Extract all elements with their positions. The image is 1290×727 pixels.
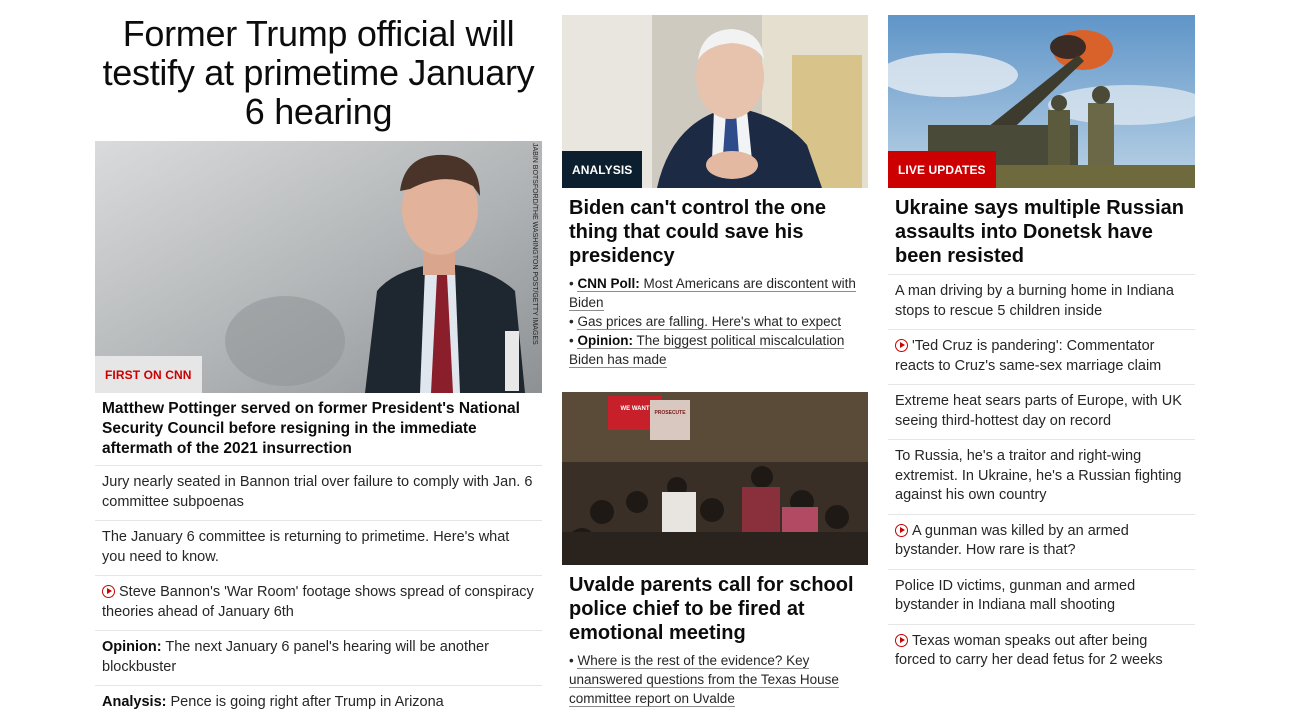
uvalde-story-title[interactable]: Uvalde parents call for school police ch… [562, 565, 868, 651]
list-item[interactable]: Police ID victims, gunman and armed byst… [888, 568, 1195, 624]
photo-credit: JABIN BOTSFORD/THE WASHINGTON POST/GETTY… [531, 143, 538, 345]
list-item[interactable]: • Gas prices are falling. Here's what to… [562, 312, 868, 331]
list-item[interactable]: Analysis: Pence is going right after Tru… [95, 685, 542, 721]
list-item[interactable]: 'Ted Cruz is pandering': Commentator rea… [888, 329, 1195, 384]
uvalde-photo[interactable]: WE WANT PROSECUTE [562, 392, 868, 565]
list-item[interactable]: Texas woman speaks out after being force… [888, 623, 1195, 679]
play-video-icon [102, 585, 115, 598]
ukraine-photo[interactable]: LIVE UPDATES [888, 15, 1195, 188]
lead-photo[interactable]: JABIN BOTSFORD/THE WASHINGTON POST/GETTY… [95, 141, 542, 393]
first-on-cnn-badge: FIRST ON CNN [95, 356, 202, 393]
list-item[interactable]: • Where is the rest of the evidence? Key… [562, 651, 868, 708]
middle-column: ANALYSIS Biden can't control the one thi… [562, 0, 868, 708]
right-related-list: A man driving by a burning home in India… [888, 274, 1195, 679]
list-item[interactable]: Opinion: The next January 6 panel's hear… [95, 630, 542, 685]
list-item[interactable]: To Russia, he's a traitor and right-wing… [888, 439, 1195, 514]
lead-column: Former Trump official will testify at pr… [95, 0, 542, 721]
list-item[interactable]: A man driving by a burning home in India… [888, 274, 1195, 329]
list-item[interactable]: Steve Bannon's 'War Room' footage shows … [95, 575, 542, 630]
sign-prosecute: PROSECUTE [654, 410, 686, 416]
sign-we-want: WE WANT [621, 406, 650, 412]
play-video-icon [895, 523, 908, 537]
list-item[interactable]: • CNN Poll: Most Americans are disconten… [562, 274, 868, 312]
biden-bullets: • CNN Poll: Most Americans are disconten… [562, 274, 868, 369]
list-item[interactable]: The January 6 committee is returning to … [95, 520, 542, 575]
analysis-badge: ANALYSIS [562, 151, 643, 188]
list-item[interactable]: A gunman was killed by an armed bystande… [888, 513, 1195, 569]
right-column: LIVE UPDATES Ukraine says multiple Russi… [888, 0, 1195, 679]
uvalde-meeting-image: WE WANT PROSECUTE [562, 392, 868, 565]
list-item[interactable]: • Opinion: The biggest political miscalc… [562, 331, 868, 369]
lead-headline[interactable]: Former Trump official will testify at pr… [95, 14, 542, 131]
lead-story-title[interactable]: Matthew Pottinger served on former Presi… [95, 393, 542, 465]
uvalde-bullets: • Where is the rest of the evidence? Key… [562, 651, 868, 708]
ukraine-story-title[interactable]: Ukraine says multiple Russian assaults i… [888, 188, 1195, 274]
play-video-icon [895, 339, 908, 352]
lead-related-list: Jury nearly seated in Bannon trial over … [95, 465, 542, 721]
biden-story-title[interactable]: Biden can't control the one thing that c… [562, 188, 868, 274]
live-updates-badge: LIVE UPDATES [888, 151, 996, 188]
biden-photo[interactable]: ANALYSIS [562, 15, 868, 188]
list-item[interactable]: Extreme heat sears parts of Europe, with… [888, 384, 1195, 439]
list-item[interactable]: Jury nearly seated in Bannon trial over … [95, 465, 542, 520]
play-video-icon [895, 633, 908, 647]
